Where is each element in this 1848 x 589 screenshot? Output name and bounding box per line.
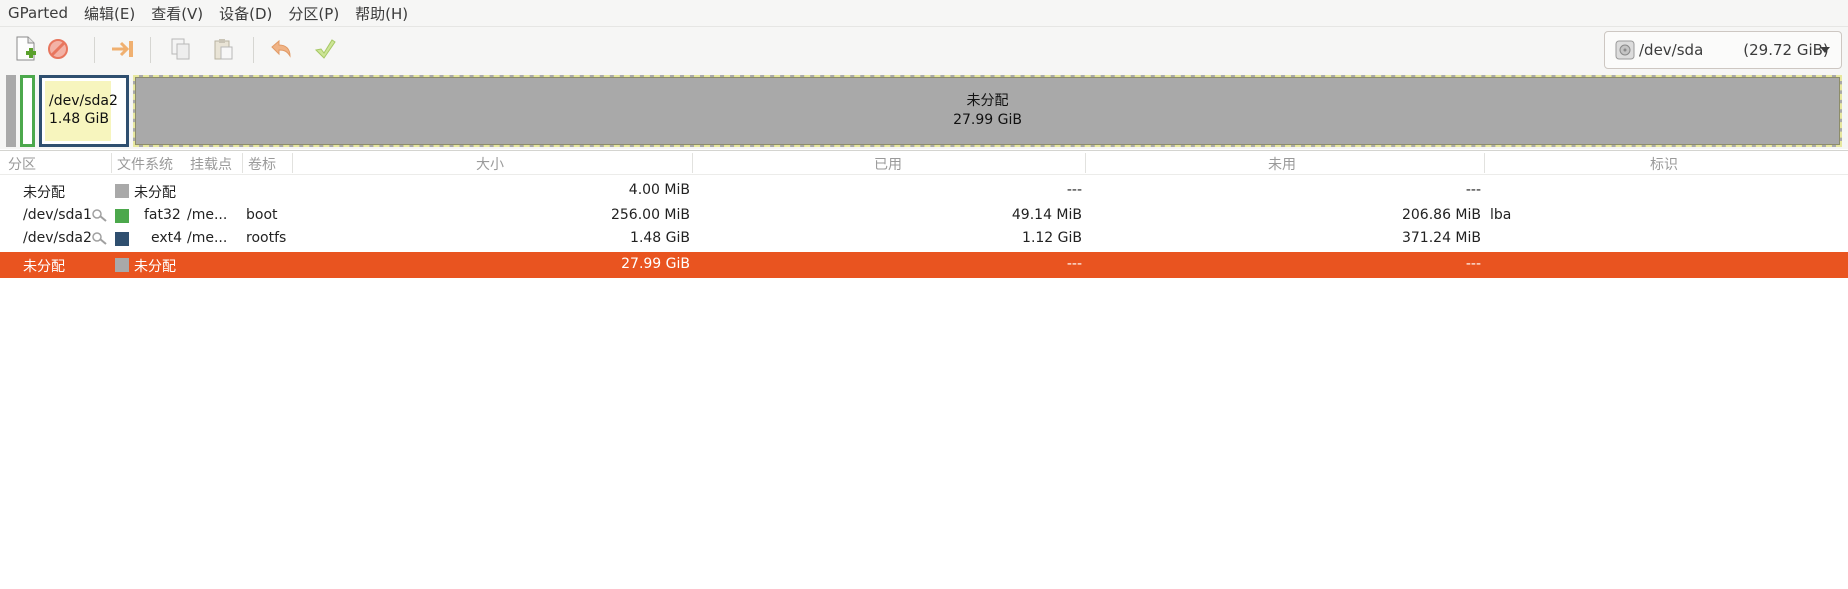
cell-label: boot [246,207,278,223]
diskmap-unallocated-end[interactable]: 未分配 27.99 GiB [133,75,1842,147]
column-divider [242,153,243,173]
copy-button[interactable] [165,33,197,65]
column-header-size[interactable]: 大小 [476,154,504,174]
column-header-unused[interactable]: 未用 [1268,154,1296,174]
menu-edit[interactable]: 编辑(E) [76,3,143,24]
table-row[interactable]: /dev/sda1 fat32 /me... boot 256.00 MiB 4… [0,204,1848,228]
cell-filesystem: fat32 [144,207,181,223]
partition-table: 分区 文件系统 挂载点 卷标 大小 已用 未用 标识 未分配 未分配 4.00 … [0,150,1848,589]
filesystem-color-swatch [115,232,129,246]
toolbar-separator [150,37,151,63]
cell-partition: /dev/sda1 [23,207,92,223]
key-icon [92,232,107,245]
cell-used: 49.14 MiB [1011,207,1082,223]
diskmap-sda1[interactable] [20,75,35,147]
diskmap-sda2-name: /dev/sda2 [49,93,118,109]
diskmap-sda2-label: /dev/sda2 1.48 GiB [49,92,118,128]
menu-device[interactable]: 设备(D) [211,3,280,24]
delete-partition-button[interactable] [42,33,74,65]
table-row[interactable]: /dev/sda2 ext4 /me... rootfs 1.48 GiB 1.… [0,227,1848,251]
paste-icon [214,39,233,60]
column-divider [292,153,293,173]
undo-button[interactable] [265,33,297,65]
disk-icon [1615,40,1635,60]
diskmap-unallocated-name: 未分配 [966,93,1009,109]
new-partition-button[interactable] [10,33,42,65]
cell-filesystem: 未分配 [134,185,176,201]
delete-icon [48,39,68,59]
cell-label: rootfs [246,230,287,246]
column-divider [1484,153,1485,173]
resize-move-button[interactable] [107,33,139,65]
menu-help[interactable]: 帮助(H) [347,3,416,24]
cell-unused: 371.24 MiB [1401,230,1481,246]
device-selector[interactable]: /dev/sda (29.72 GiB) [1604,31,1842,69]
column-header-label[interactable]: 卷标 [248,154,276,174]
cell-partition: 未分配 [23,185,65,201]
column-header-mountpoint[interactable]: 挂载点 [190,154,232,174]
table-row-selected[interactable]: 未分配 未分配 27.99 GiB --- --- [0,252,1848,278]
resize-move-icon [112,41,133,57]
menu-bar: GParted 编辑(E) 查看(V) 设备(D) 分区(P) 帮助(H) [0,0,1848,27]
cell-filesystem: ext4 [151,230,183,246]
new-document-icon [16,36,36,61]
column-header-filesystem[interactable]: 文件系统 [117,154,173,174]
device-size: (29.72 GiB) [1743,41,1829,59]
diskmap-unallocated-label: 未分配 27.99 GiB [135,92,1840,130]
table-row[interactable]: 未分配 未分配 4.00 MiB --- --- [0,179,1848,203]
cell-unused: 206.86 MiB [1401,207,1481,223]
cell-partition: /dev/sda2 [23,230,92,246]
cell-flags: lba [1490,207,1512,223]
cell-unused: --- [1465,182,1481,198]
copy-icon [171,38,190,60]
column-header-partition[interactable]: 分区 [8,154,36,174]
column-divider [692,153,693,173]
column-header-flags[interactable]: 标识 [1650,154,1678,174]
toolbar-separator [94,37,95,63]
diskmap-sda2[interactable]: /dev/sda2 1.48 GiB [39,75,129,147]
key-icon [92,209,107,222]
cell-unused: --- [1465,256,1481,272]
filesystem-color-swatch [115,258,129,272]
disk-map: /dev/sda2 1.48 GiB 未分配 27.99 GiB [0,73,1848,149]
menu-app[interactable]: GParted [0,4,76,22]
column-divider [1085,153,1086,173]
paste-button[interactable] [207,33,239,65]
menu-view[interactable]: 查看(V) [143,3,211,24]
diskmap-unallocated-start[interactable] [6,75,16,147]
cell-partition: 未分配 [23,259,65,275]
column-divider [111,153,112,173]
device-name: /dev/sda [1639,41,1704,59]
diskmap-unallocated-size: 27.99 GiB [953,112,1022,128]
diskmap-sda2-size: 1.48 GiB [49,111,109,127]
toolbar: /dev/sda (29.72 GiB) [0,27,1848,73]
toolbar-separator [253,37,254,63]
table-header: 分区 文件系统 挂载点 卷标 大小 已用 未用 标识 [0,151,1848,175]
cell-size: 4.00 MiB [628,182,690,198]
cell-used: --- [1066,182,1082,198]
filesystem-color-swatch [115,209,129,223]
cell-used: 1.12 GiB [1022,230,1082,246]
cell-mountpoint: /me... [187,207,228,223]
checkmark-icon [314,39,336,59]
menu-partition[interactable]: 分区(P) [280,3,347,24]
chevron-down-icon [1820,47,1830,53]
cell-size: 1.48 GiB [630,230,690,246]
cell-mountpoint: /me... [187,230,228,246]
apply-button[interactable] [309,33,341,65]
cell-filesystem: 未分配 [134,259,176,275]
cell-size: 27.99 GiB [621,256,690,272]
filesystem-color-swatch [115,184,129,198]
cell-used: --- [1066,256,1082,272]
undo-icon [271,39,291,58]
column-header-used[interactable]: 已用 [874,154,902,174]
cell-size: 256.00 MiB [610,207,690,223]
